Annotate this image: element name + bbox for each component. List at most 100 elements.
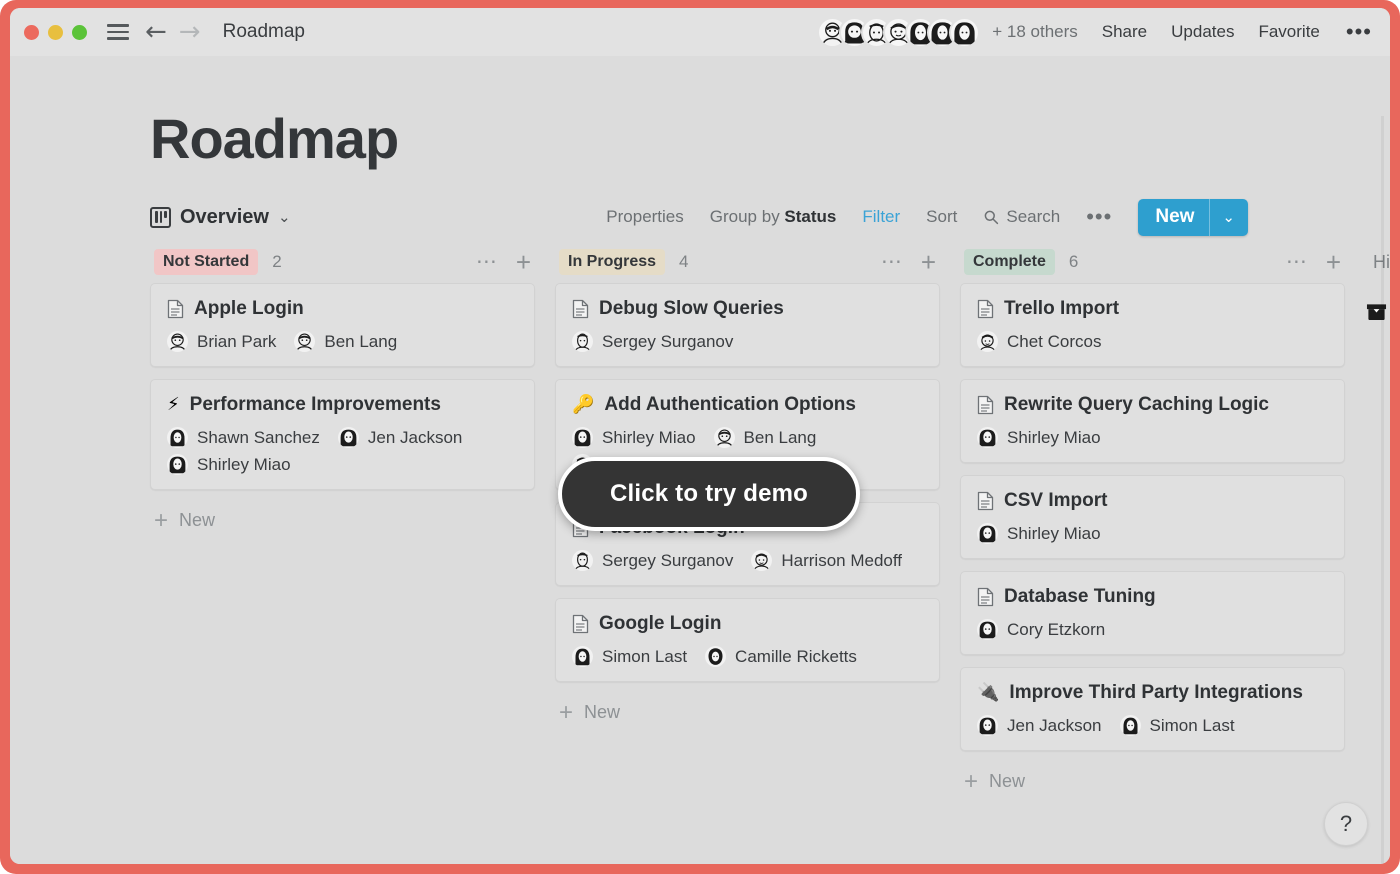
assignee-name: Shirley Miao	[602, 428, 696, 448]
card-assignee[interactable]: Ben Lang	[294, 331, 397, 352]
column-more-options-icon[interactable]: ⋯	[1286, 257, 1308, 267]
card-assignee[interactable]: Shirley Miao	[977, 523, 1101, 544]
status-badge[interactable]: Not Started	[154, 249, 258, 275]
plus-icon: +	[964, 775, 978, 789]
card-assignees: Sergey Surganov Harrison Medoff	[572, 550, 923, 571]
card-assignee[interactable]: Camille Ricketts	[705, 646, 857, 667]
avatar	[977, 523, 998, 544]
card-assignee[interactable]: Shawn Sanchez	[167, 427, 320, 448]
avatar	[167, 427, 188, 448]
page-title[interactable]: Roadmap	[10, 56, 1390, 171]
assignee-name: Simon Last	[602, 647, 687, 667]
search-button[interactable]: Search	[983, 207, 1060, 227]
avatar	[977, 619, 998, 640]
add-new-card-button[interactable]: + New	[150, 502, 535, 539]
board-card[interactable]: CSV ImportShirley Miao	[960, 475, 1345, 559]
breadcrumb[interactable]: Roadmap	[223, 21, 305, 43]
card-assignee[interactable]: Shirley Miao	[167, 454, 291, 475]
card-assignee[interactable]: Chet Corcos	[977, 331, 1101, 352]
maximize-window-button[interactable]	[72, 25, 87, 40]
card-assignees: Chet Corcos	[977, 331, 1328, 352]
card-assignee[interactable]: Simon Last	[572, 646, 687, 667]
favorite-button[interactable]: Favorite	[1258, 22, 1319, 42]
card-assignees: Shawn Sanchez Jen Jackson Shirley Miao	[167, 427, 518, 475]
hamburger-menu-icon[interactable]	[107, 24, 129, 40]
column-add-card-icon[interactable]: +	[921, 252, 936, 272]
help-button[interactable]: ?	[1324, 802, 1368, 846]
vertical-scrollbar[interactable]	[1381, 116, 1384, 864]
board-card[interactable]: Database Tuning Cory Etzkorn	[960, 571, 1345, 655]
titlebar-right-actions: + 18 others Share Updates Favorite •••	[817, 17, 1372, 48]
board-card[interactable]: Rewrite Query Caching LogicShirley Miao	[960, 379, 1345, 463]
new-button[interactable]: New ⌄	[1138, 199, 1248, 236]
column-add-card-icon[interactable]: +	[1326, 252, 1341, 272]
card-assignee[interactable]: Simon Last	[1120, 715, 1235, 736]
card-title: Improve Third Party Integrations	[1009, 682, 1303, 704]
assignee-name: Simon Last	[1150, 716, 1235, 736]
card-assignee[interactable]: Jen Jackson	[338, 427, 463, 448]
document-icon	[977, 395, 994, 415]
card-assignee[interactable]: Shirley Miao	[977, 427, 1101, 448]
back-arrow-icon[interactable]: ←	[145, 19, 167, 45]
column-more-options-icon[interactable]: ⋯	[476, 257, 498, 267]
tab-overview[interactable]: Overview ⌄	[150, 206, 291, 229]
avatar[interactable]	[949, 17, 980, 48]
card-assignee[interactable]: Sergey Surganov	[572, 550, 733, 571]
avatar	[977, 715, 998, 736]
avatar	[1120, 715, 1141, 736]
share-button[interactable]: Share	[1102, 22, 1147, 42]
window-controls	[24, 25, 87, 40]
more-options-icon[interactable]: •••	[1346, 19, 1372, 45]
hidden-groups-label[interactable]: Hidd	[1369, 252, 1390, 273]
properties-button[interactable]: Properties	[606, 207, 683, 227]
board-card[interactable]: Google LoginSimon LastCamille Ricketts	[555, 598, 940, 682]
add-new-card-label: New	[179, 510, 215, 531]
new-button-chevron-down-icon[interactable]: ⌄	[1210, 199, 1248, 236]
board-card[interactable]: 🔌Improve Third Party IntegrationsJen Jac…	[960, 667, 1345, 751]
card-assignee[interactable]: Harrison Medoff	[751, 550, 902, 571]
minimize-window-button[interactable]	[48, 25, 63, 40]
card-assignee[interactable]: Sergey Surganov	[572, 331, 733, 352]
card-assignee[interactable]: Shirley Miao	[572, 427, 696, 448]
board-column-complete: Complete6⋯+Trello ImportChet CorcosRewri…	[960, 241, 1345, 847]
click-to-try-demo-overlay[interactable]: Click to try demo	[558, 457, 860, 531]
others-count-label[interactable]: + 18 others	[992, 22, 1078, 42]
column-add-card-icon[interactable]: +	[516, 252, 531, 272]
column-more-options-icon[interactable]: ⋯	[881, 257, 903, 267]
hidden-group-item[interactable]: N	[1365, 283, 1390, 321]
card-assignee[interactable]: Jen Jackson	[977, 715, 1102, 736]
avatar	[705, 646, 726, 667]
document-icon	[572, 299, 589, 319]
board-card[interactable]: ⚡Performance ImprovementsShawn SanchezJe…	[150, 379, 535, 490]
assignee-name: Camille Ricketts	[735, 647, 857, 667]
card-assignee[interactable]: Brian Park	[167, 331, 276, 352]
updates-button[interactable]: Updates	[1171, 22, 1234, 42]
board-card[interactable]: Debug Slow QueriesSergey Surganov	[555, 283, 940, 367]
status-badge[interactable]: In Progress	[559, 249, 665, 275]
plus-icon: +	[154, 514, 168, 528]
card-assignee[interactable]: Ben Lang	[714, 427, 817, 448]
card-assignee[interactable]: Cory Etzkorn	[977, 619, 1105, 640]
close-window-button[interactable]	[24, 25, 39, 40]
collaborator-avatars[interactable]	[817, 17, 980, 48]
sort-button[interactable]: Sort	[926, 207, 957, 227]
card-emoji-icon: 🔑	[572, 396, 594, 414]
board-view-icon	[150, 207, 171, 228]
view-more-options-icon[interactable]: •••	[1086, 204, 1112, 230]
status-badge[interactable]: Complete	[964, 249, 1055, 275]
app-window: ← → Roadmap + 18 others Share Updates Fa…	[10, 8, 1390, 864]
avatar	[572, 427, 593, 448]
add-new-card-button[interactable]: +New	[960, 763, 1345, 800]
card-title-row: Database Tuning	[977, 586, 1328, 608]
chevron-down-icon[interactable]: ⌄	[278, 208, 291, 226]
view-name-label: Overview	[180, 206, 269, 229]
assignee-name: Harrison Medoff	[781, 551, 902, 571]
forward-arrow-icon[interactable]: →	[179, 19, 201, 45]
add-new-card-button[interactable]: +New	[555, 694, 940, 731]
archive-icon	[1365, 301, 1388, 321]
search-icon	[983, 209, 999, 225]
filter-button[interactable]: Filter	[862, 207, 900, 227]
board-card[interactable]: Trello ImportChet Corcos	[960, 283, 1345, 367]
group-by-button[interactable]: Group by Status	[710, 207, 837, 227]
board-card[interactable]: Apple LoginBrian ParkBen Lang	[150, 283, 535, 367]
